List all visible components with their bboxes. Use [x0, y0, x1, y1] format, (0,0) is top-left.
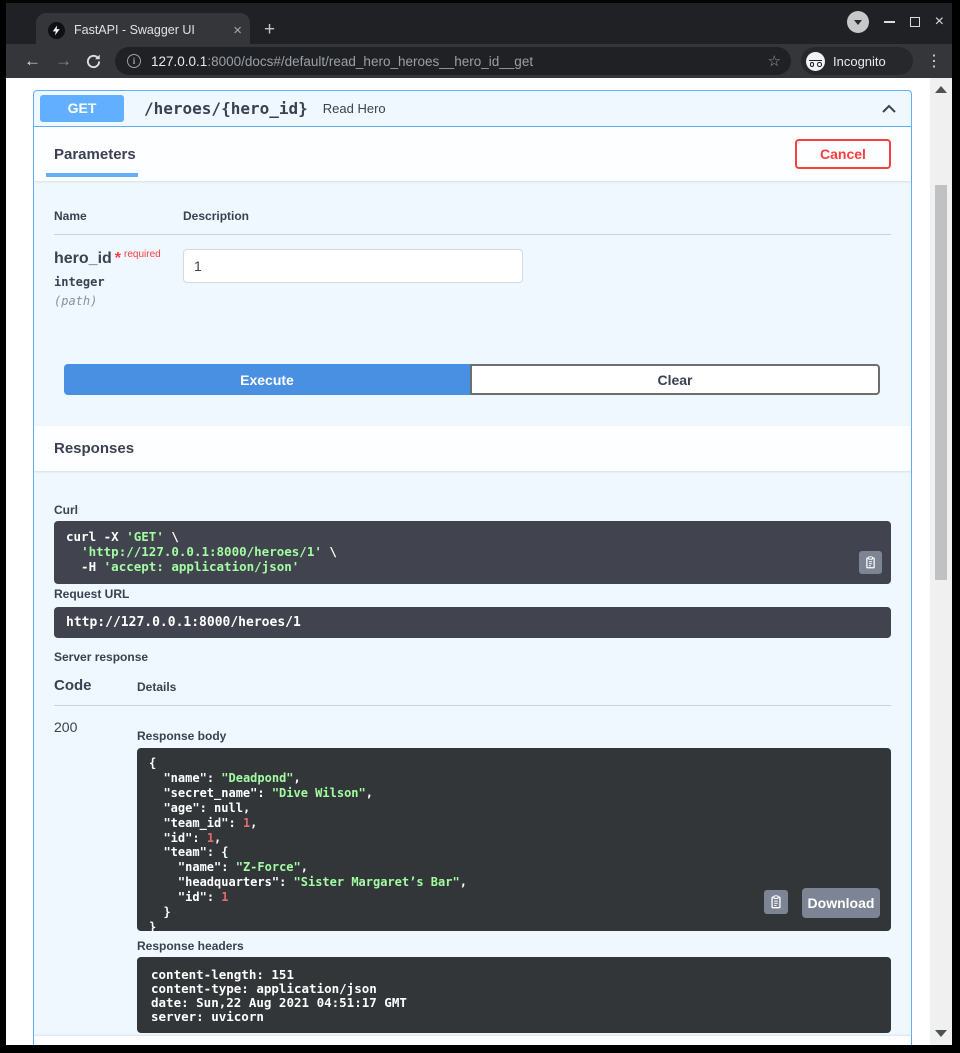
- responses-header: Responses: [34, 426, 911, 471]
- curl-command: curl -X 'GET' \ 'http://127.0.0.1:8000/h…: [54, 521, 891, 583]
- operation-description: Read Hero: [323, 101, 386, 116]
- copy-to-clipboard-icon[interactable]: [764, 890, 788, 914]
- required-star: *: [115, 250, 121, 267]
- parameter-name: hero_id: [54, 250, 112, 267]
- parameter-row: hero_id*required integer (path): [54, 249, 891, 308]
- response-headers-label: Response headers: [137, 939, 244, 953]
- tab-search-icon[interactable]: [847, 11, 869, 33]
- parameter-location: (path): [54, 294, 183, 308]
- incognito-icon: [806, 52, 825, 71]
- chevron-down-icon: [854, 20, 862, 25]
- response-headers-text: content-length: 151 content-type: applic…: [137, 957, 891, 1033]
- curl-label: Curl: [54, 503, 78, 517]
- close-window-icon[interactable]: ×: [935, 14, 944, 30]
- download-button[interactable]: Download: [802, 888, 880, 918]
- request-url-block: http://127.0.0.1:8000/heroes/1: [54, 607, 891, 638]
- required-label: required: [124, 249, 161, 260]
- screen: FastAPI - Swagger UI × + × ← → i 127.0.0…: [0, 0, 960, 1053]
- bookmark-star-icon[interactable]: ☆: [768, 52, 781, 70]
- tab-title: FastAPI - Swagger UI: [74, 23, 227, 37]
- reload-icon[interactable]: [85, 53, 102, 70]
- curl-code-block: curl -X 'GET' \ 'http://127.0.0.1:8000/h…: [54, 521, 891, 584]
- tab-close-icon[interactable]: ×: [233, 23, 242, 38]
- parameters-tab-underline: [46, 173, 138, 177]
- column-details: Details: [137, 680, 176, 694]
- page-info-icon[interactable]: i: [127, 54, 141, 68]
- incognito-badge: Incognito: [801, 47, 913, 75]
- minimize-icon[interactable]: [884, 21, 895, 23]
- page-content: GET /heroes/{hero_id} Read Hero Paramete…: [6, 78, 952, 1045]
- responses-section-header: Responses: [34, 1036, 911, 1045]
- copy-to-clipboard-icon[interactable]: [859, 551, 882, 574]
- browser-menu-icon[interactable]: ⋮: [926, 51, 942, 71]
- operation-path: /heroes/{hero_id}: [144, 99, 308, 118]
- responses-title: Responses: [54, 440, 134, 457]
- new-tab-icon[interactable]: +: [264, 19, 275, 41]
- column-code: Code: [54, 677, 92, 694]
- column-name: Name: [54, 209, 183, 234]
- request-url-value: http://127.0.0.1:8000/heroes/1: [54, 607, 891, 638]
- browser-tab[interactable]: FastAPI - Swagger UI ×: [36, 13, 250, 47]
- response-headers-block: content-length: 151 content-type: applic…: [137, 957, 891, 1033]
- parameters-header: Parameters Cancel: [34, 127, 911, 181]
- url-bar[interactable]: i 127.0.0.1:8000/docs#/default/read_hero…: [115, 47, 791, 75]
- hero-id-input[interactable]: [183, 249, 523, 283]
- response-table-header: Code Details: [54, 677, 891, 706]
- titlebar: FastAPI - Swagger UI × + ×: [6, 0, 952, 44]
- execute-row: Execute Clear: [64, 364, 880, 395]
- url-text: 127.0.0.1:8000/docs#/default/read_hero_h…: [151, 54, 760, 69]
- browser-toolbar: ← → i 127.0.0.1:8000/docs#/default/read_…: [6, 44, 952, 78]
- incognito-label: Incognito: [833, 54, 886, 69]
- parameter-value-cell: [183, 249, 523, 308]
- parameters-title: Parameters: [54, 146, 136, 163]
- window-controls: ×: [847, 11, 944, 33]
- operation-summary[interactable]: GET /heroes/{hero_id} Read Hero: [34, 91, 911, 127]
- scrollbar[interactable]: [930, 78, 952, 1045]
- parameter-type: integer: [54, 275, 183, 289]
- scroll-up-icon[interactable]: [935, 86, 947, 93]
- execute-button[interactable]: Execute: [64, 364, 470, 395]
- back-icon[interactable]: ←: [24, 51, 41, 71]
- response-body-label: Response body: [137, 729, 226, 743]
- clear-button[interactable]: Clear: [470, 364, 880, 395]
- column-description: Description: [183, 209, 249, 234]
- url-host: 127.0.0.1: [151, 54, 207, 69]
- scrollbar-thumb[interactable]: [935, 185, 947, 580]
- status-code: 200: [54, 719, 77, 735]
- responses-section-title: Responses: [54, 1042, 134, 1045]
- fastapi-favicon-icon: [48, 22, 65, 39]
- forward-icon[interactable]: →: [55, 51, 72, 71]
- method-badge: GET: [40, 95, 124, 122]
- browser-window: FastAPI - Swagger UI × + × ← → i 127.0.0…: [6, 0, 952, 1045]
- parameter-name-cell: hero_id*required integer (path): [54, 249, 183, 308]
- server-response-label: Server response: [54, 650, 148, 664]
- parameters-table-header: Name Description: [54, 209, 891, 235]
- opblock-get: GET /heroes/{hero_id} Read Hero Paramete…: [33, 90, 912, 1045]
- url-path: :8000/docs#/default/read_hero_heroes__he…: [207, 54, 533, 69]
- cancel-button[interactable]: Cancel: [795, 139, 891, 169]
- response-body-block: { "name": "Deadpond", "secret_name": "Di…: [137, 748, 891, 931]
- request-url-label: Request URL: [54, 587, 129, 601]
- maximize-icon[interactable]: [910, 17, 920, 27]
- collapse-chevron-icon[interactable]: [879, 99, 899, 119]
- scroll-down-icon[interactable]: [935, 1030, 947, 1037]
